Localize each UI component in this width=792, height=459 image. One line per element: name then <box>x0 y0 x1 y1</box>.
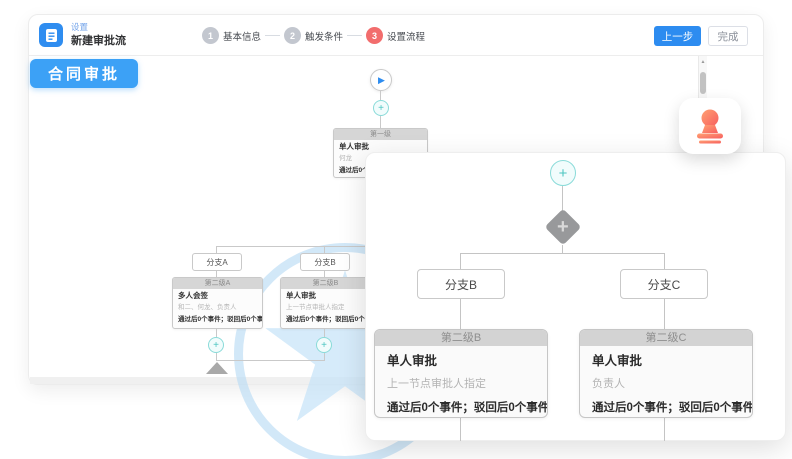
events: 通过后0个事件；驳回后0个事件 <box>387 401 535 415</box>
topbar: 设置 新建审批流 1 基本信息 2 触发条件 3 设置流程 上一步 <box>29 15 763 56</box>
branch-b-box[interactable]: 分支B <box>300 253 350 271</box>
node-body: 单人审批 上一节点审批人指定 通过后0个事件；驳回后0个事件 <box>281 289 370 327</box>
connector-line <box>324 329 325 337</box>
step-set-process[interactable]: 3 设置流程 <box>366 27 425 44</box>
flow-title-tag: 合同审批 <box>30 59 138 88</box>
gateway-diamond-node[interactable]: + <box>545 209 582 246</box>
assignee: 上一节点审批人指定 <box>387 378 535 391</box>
branch-split-line <box>460 253 665 254</box>
step-connector <box>347 35 362 36</box>
node-body: 单人审批 负责人 通过后0个事件；驳回后0个事件 <box>580 346 752 415</box>
add-node-button[interactable]: + <box>208 337 224 353</box>
node-level2b-detail[interactable]: 第二级B 单人审批 上一节点审批人指定 通过后0个事件；驳回后0个事件 <box>374 329 548 418</box>
connector-line <box>380 116 381 128</box>
node-level2a[interactable]: 第二级A 多人会签 和二、何龙、负责人 通过后0个事件；驳回后0个事件 <box>172 277 263 329</box>
plus-icon: + <box>378 103 384 114</box>
connector-line <box>664 418 665 441</box>
merge-line <box>216 360 325 361</box>
approval-type: 单人审批 <box>339 142 422 152</box>
node-title: 第二级B <box>375 330 547 346</box>
connector-line <box>324 353 325 360</box>
step-number-3: 3 <box>366 27 383 44</box>
plus-icon: + <box>559 165 568 182</box>
node-title: 第二级C <box>580 330 752 346</box>
step-number-2: 2 <box>284 27 301 44</box>
connector-line <box>380 91 381 100</box>
step-number-1: 1 <box>202 27 219 44</box>
scrollbar-thumb[interactable] <box>700 72 706 94</box>
branch-a-box[interactable]: 分支A <box>192 253 242 271</box>
node-body: 多人会签 和二、何龙、负责人 通过后0个事件；驳回后0个事件 <box>173 289 262 327</box>
approval-type: 单人审批 <box>387 354 535 369</box>
plus-icon: + <box>321 340 327 351</box>
add-node-button[interactable]: + <box>373 100 389 116</box>
connector-line <box>562 186 563 211</box>
step-trigger-condition[interactable]: 2 触发条件 <box>284 27 343 44</box>
approval-type: 单人审批 <box>592 354 740 369</box>
node-level2b[interactable]: 第二级B 单人审批 上一节点审批人指定 通过后0个事件；驳回后0个事件 <box>280 277 371 329</box>
assignee: 负责人 <box>592 378 740 391</box>
node-title: 第一级 <box>334 129 427 140</box>
connector-line <box>664 253 665 269</box>
step-indicator: 1 基本信息 2 触发条件 3 设置流程 <box>202 15 425 56</box>
page: 设置 新建审批流 1 基本信息 2 触发条件 3 设置流程 上一步 <box>0 0 792 459</box>
page-title: 新建审批流 <box>71 35 126 47</box>
stamp-badge-card <box>679 98 741 154</box>
add-node-button[interactable]: + <box>550 160 576 186</box>
events: 通过后0个事件；驳回后0个事件 <box>286 315 365 324</box>
connector-line <box>460 253 461 269</box>
events: 通过后0个事件；驳回后0个事件 <box>178 315 257 324</box>
step-basic-info[interactable]: 1 基本信息 <box>202 27 261 44</box>
branch-split-line <box>216 246 381 247</box>
app-title-block: 设置 新建审批流 <box>71 23 126 46</box>
events: 通过后0个事件；驳回后0个事件 <box>592 401 740 415</box>
node-body: 单人审批 上一节点审批人指定 通过后0个事件；驳回后0个事件 <box>375 346 547 415</box>
step-label-1: 基本信息 <box>223 29 261 43</box>
connector-line <box>460 418 461 441</box>
approval-type: 多人会签 <box>178 291 257 301</box>
step-label-2: 触发条件 <box>305 29 343 43</box>
done-button[interactable]: 完成 <box>708 26 748 46</box>
start-node[interactable]: ▶ <box>370 69 392 91</box>
connector-line <box>664 299 665 329</box>
assignee: 上一节点审批人指定 <box>286 303 365 312</box>
approval-type: 单人审批 <box>286 291 365 301</box>
plus-icon: + <box>213 340 219 351</box>
node-level2c-detail[interactable]: 第二级C 单人审批 负责人 通过后0个事件；驳回后0个事件 <box>579 329 753 418</box>
assignee: 和二、何龙、负责人 <box>178 303 257 312</box>
connector-line <box>216 353 217 360</box>
scroll-up-icon[interactable]: ▲ <box>699 59 707 65</box>
merge-node-icon[interactable] <box>206 362 228 374</box>
stamp-icon <box>692 108 728 144</box>
document-icon <box>39 23 63 47</box>
zoom-detail-panel: + + 分支B 分支C 第二级B 单人审批 上一节点审批人指定 通过后0个事件；… <box>365 152 786 441</box>
plus-icon: + <box>557 218 569 236</box>
step-label-3: 设置流程 <box>387 29 425 43</box>
app-category: 设置 <box>71 23 126 32</box>
branch-b-box[interactable]: 分支B <box>417 269 505 299</box>
node-title: 第二级A <box>173 278 262 289</box>
connector-line <box>216 329 217 337</box>
add-node-button[interactable]: + <box>316 337 332 353</box>
step-connector <box>265 35 280 36</box>
previous-step-button[interactable]: 上一步 <box>654 26 701 46</box>
play-icon: ▶ <box>378 75 385 86</box>
branch-c-box[interactable]: 分支C <box>620 269 708 299</box>
connector-line <box>460 299 461 329</box>
node-title: 第二级B <box>281 278 370 289</box>
